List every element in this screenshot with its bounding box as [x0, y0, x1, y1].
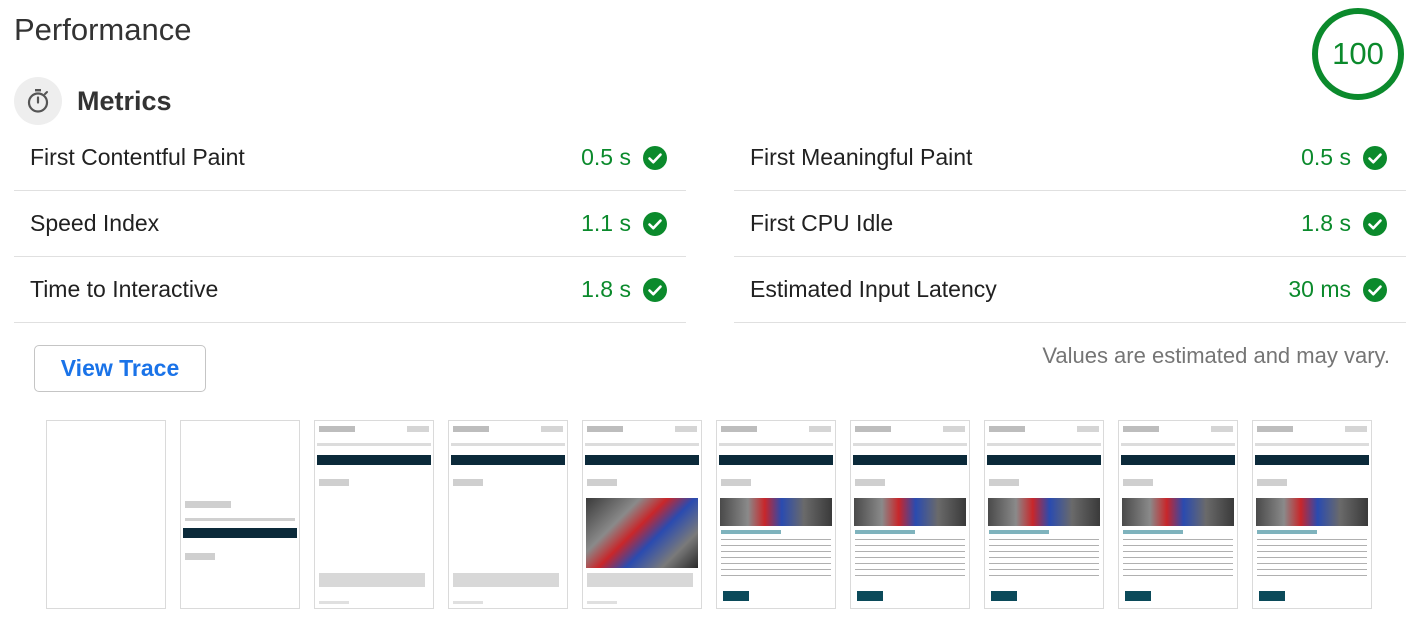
- filmstrip-frame: [582, 420, 702, 609]
- metric-name: First CPU Idle: [750, 210, 894, 236]
- metrics-right-column: First Meaningful Paint 0.5 s First CPU I…: [734, 125, 1406, 323]
- metric-row: Time to Interactive 1.8 s: [14, 257, 686, 323]
- filmstrip-frame: [448, 420, 568, 609]
- metric-name: Estimated Input Latency: [750, 276, 997, 302]
- metric-row: Estimated Input Latency 30 ms: [734, 257, 1406, 323]
- estimate-note: Values are estimated and may vary.: [1042, 343, 1390, 368]
- metric-value: 1.8 s: [581, 276, 631, 302]
- filmstrip-frame: [46, 420, 166, 609]
- metric-name: Time to Interactive: [30, 276, 219, 302]
- metric-row: First CPU Idle 1.8 s: [734, 191, 1406, 257]
- filmstrip-frame: [180, 420, 300, 609]
- filmstrip-frame: [1118, 420, 1238, 609]
- metric-row: Speed Index 1.1 s: [14, 191, 686, 257]
- metrics-header: Metrics: [14, 77, 172, 125]
- metric-name: First Meaningful Paint: [750, 144, 973, 170]
- check-circle-icon: [1363, 212, 1387, 236]
- stopwatch-icon: [14, 77, 62, 125]
- check-circle-icon: [1363, 146, 1387, 170]
- metric-value: 0.5 s: [581, 144, 631, 170]
- metric-name: First Contentful Paint: [30, 144, 245, 170]
- metric-row: First Contentful Paint 0.5 s: [14, 125, 686, 191]
- metric-value: 0.5 s: [1301, 144, 1351, 170]
- metrics-title: Metrics: [77, 85, 172, 116]
- check-circle-icon: [643, 278, 667, 302]
- page-title: Performance: [14, 12, 192, 47]
- filmstrip-frame: [850, 420, 970, 609]
- filmstrip-frame: [1252, 420, 1372, 609]
- metrics-left-column: First Contentful Paint 0.5 s Speed Index…: [14, 125, 686, 323]
- filmstrip-frame: [984, 420, 1104, 609]
- metric-value: 30 ms: [1288, 276, 1351, 302]
- metric-name: Speed Index: [30, 210, 160, 236]
- view-trace-button[interactable]: View Trace: [34, 345, 206, 392]
- score-value: 100: [1332, 36, 1384, 71]
- filmstrip-frame: [314, 420, 434, 609]
- check-circle-icon: [1363, 278, 1387, 302]
- check-circle-icon: [643, 146, 667, 170]
- check-circle-icon: [643, 212, 667, 236]
- metric-value: 1.1 s: [581, 210, 631, 236]
- filmstrip-frame: [716, 420, 836, 609]
- metric-row: First Meaningful Paint 0.5 s: [734, 125, 1406, 191]
- metric-value: 1.8 s: [1301, 210, 1351, 236]
